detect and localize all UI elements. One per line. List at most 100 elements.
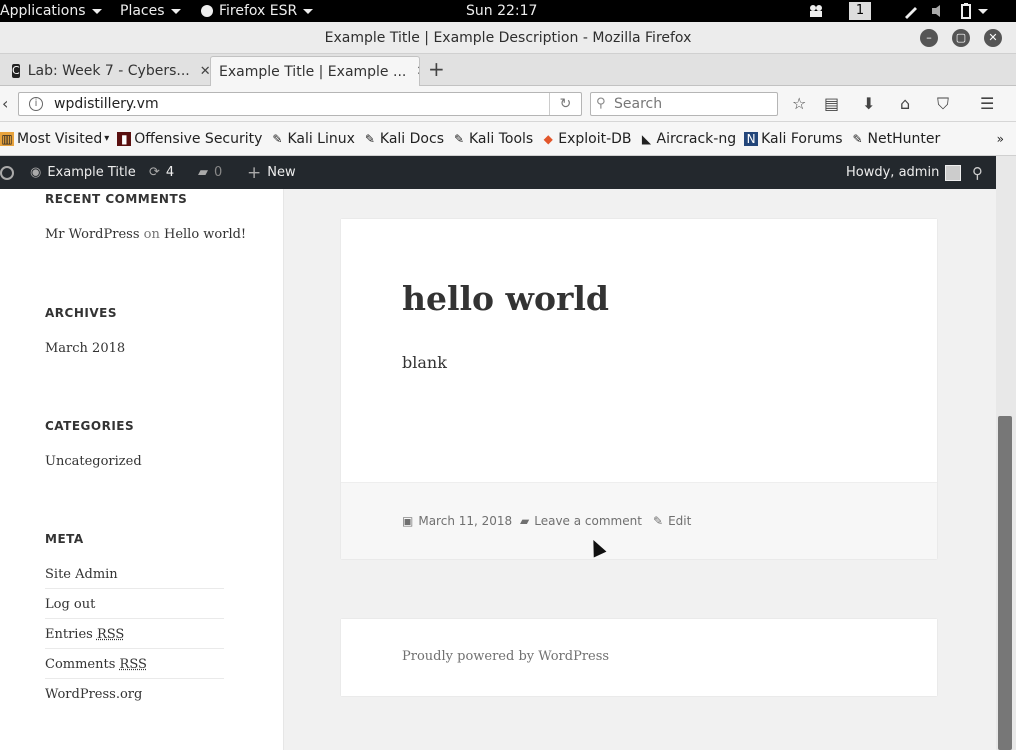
page-scrollbar[interactable] <box>996 156 1016 750</box>
maximize-icon[interactable]: ▢ <box>952 29 970 47</box>
offensive-security-icon: ▮ <box>117 131 132 146</box>
gnome-top-bar: Applications Places Firefox ESR Sun 22:1… <box>0 0 1016 22</box>
bookmark-kali-tools[interactable]: ✎ Kali Tools <box>452 131 533 147</box>
workspace-indicator[interactable]: 1 <box>849 0 871 22</box>
back-icon[interactable]: ‹ <box>2 94 8 114</box>
comment-on-text: on <box>143 227 160 242</box>
minimize-icon[interactable]: – <box>920 29 938 47</box>
home-icon[interactable]: ⌂ <box>900 94 910 114</box>
reload-icon[interactable]: ↻ <box>549 93 581 115</box>
firefox-app-menu[interactable]: Firefox ESR <box>201 0 314 22</box>
bookmark-exploit-db[interactable]: ◆ Exploit-DB <box>541 131 632 147</box>
plus-icon: + <box>247 162 262 183</box>
places-menu[interactable]: Places <box>120 0 181 22</box>
new-tab-plus-icon[interactable]: + <box>428 57 445 81</box>
bookmark-star-icon[interactable]: ☆ <box>792 94 806 114</box>
pen-icon[interactable] <box>903 0 919 22</box>
widget-title-categories: CATEGORIES <box>45 419 135 433</box>
widget-title-archives: ARCHIVES <box>45 306 117 320</box>
archive-link[interactable]: March 2018 <box>45 341 125 356</box>
widget-title-meta: META <box>45 532 84 546</box>
bookmark-most-visited[interactable]: ▥ Most Visited ▾ <box>0 131 109 147</box>
search-bar[interactable]: ⚲ Search <box>590 92 778 116</box>
updates-link[interactable]: ⟳ 4 <box>149 156 174 189</box>
close-icon[interactable]: ✕ <box>984 29 1002 47</box>
post-footer: ▣ March 11, 2018 ▰ Leave a comment ✎ Edi… <box>341 482 937 559</box>
bookmark-aircrack-ng[interactable]: ◣ Aircrack-ng <box>640 130 737 147</box>
tab-example-title[interactable]: Example Title | Example ... ✕ <box>210 56 420 86</box>
bookmark-nethunter[interactable]: ✎ NetHunter <box>851 131 941 147</box>
wp-logo-icon[interactable] <box>0 156 14 189</box>
comments-label: Comments <box>45 657 116 672</box>
edit-post-link[interactable]: ✎ Edit <box>653 514 691 528</box>
bookmarks-overflow-icon[interactable]: » <box>997 132 1004 146</box>
comments-link[interactable]: ▰ 0 <box>198 156 222 189</box>
chevron-down-icon <box>303 8 314 14</box>
my-account-link[interactable]: Howdy, admin <box>846 156 962 189</box>
tab-lab-week7[interactable]: C Lab: Week 7 - Cybers... ✕ <box>4 56 210 86</box>
post-date-link[interactable]: ▣ March 11, 2018 <box>402 514 512 528</box>
url-bar[interactable]: i wpdistillery.vm ↻ <box>18 92 582 116</box>
url-text: wpdistillery.vm <box>54 96 159 112</box>
bookmark-label: Kali Tools <box>469 130 534 147</box>
bookmark-kali-forums[interactable]: N Kali Forums <box>744 131 843 147</box>
firefox-icon <box>201 5 213 17</box>
clock[interactable]: Sun 22:17 <box>466 0 537 22</box>
site-name-link[interactable]: ◉ Example Title <box>30 156 136 189</box>
meta-wordpress-org-link[interactable]: WordPress.org <box>45 687 224 708</box>
menu-hamburger-icon[interactable]: ☰ <box>980 94 994 114</box>
firefox-label: Firefox ESR <box>219 3 298 19</box>
volume-icon[interactable] <box>931 0 947 22</box>
powered-by-link[interactable]: Proudly powered by WordPress <box>402 649 609 664</box>
new-content-link[interactable]: + New <box>247 156 296 189</box>
places-label: Places <box>120 3 165 19</box>
bookmark-offensive-security[interactable]: ▮ Offensive Security <box>117 131 262 147</box>
post-title[interactable]: hello world <box>402 279 609 318</box>
edit-label: Edit <box>668 514 692 528</box>
pocket-icon[interactable]: ⛉ <box>937 94 949 114</box>
updates-icon: ⟳ <box>149 165 160 180</box>
post-content: blank <box>402 353 447 372</box>
applications-label: Applications <box>0 3 86 19</box>
bookmark-kali-docs[interactable]: ✎ Kali Docs <box>363 131 444 147</box>
applications-menu[interactable]: Applications <box>0 0 102 22</box>
bookmarks-bar: ▥ Most Visited ▾ ▮ Offensive Security ✎ … <box>0 122 1016 156</box>
widget-title-recent-comments: RECENT COMMENTS <box>45 192 188 206</box>
meta-entries-rss-link[interactable]: Entries RSS <box>45 627 224 649</box>
window-title-bar[interactable]: Example Title | Example Description - Mo… <box>0 22 1016 54</box>
meta-comments-rss-link[interactable]: Comments RSS <box>45 657 224 679</box>
most-visited-icon: ▥ <box>0 131 14 146</box>
category-link[interactable]: Uncategorized <box>45 454 142 469</box>
site-name: Example Title <box>47 165 136 180</box>
comment-icon: ▰ <box>198 165 208 180</box>
search-icon[interactable]: ⚲ <box>972 156 983 189</box>
battery-icon[interactable] <box>960 0 988 22</box>
bookmark-label: NetHunter <box>867 130 941 147</box>
tab-label: Lab: Week 7 - Cybers... <box>27 63 190 79</box>
comment-author-link[interactable]: Mr WordPress <box>45 227 140 242</box>
workspace-number: 1 <box>849 2 871 20</box>
close-tab-icon[interactable]: ✕ <box>200 64 210 79</box>
meta-site-admin-link[interactable]: Site Admin <box>45 567 224 589</box>
video-icon[interactable] <box>808 0 824 22</box>
leave-comment-link[interactable]: ▰ Leave a comment <box>520 514 642 528</box>
meta-logout-link[interactable]: Log out <box>45 597 224 619</box>
download-icon[interactable]: ⬇ <box>862 94 875 114</box>
howdy-label: Howdy, admin <box>846 165 940 180</box>
bookmark-kali-linux[interactable]: ✎ Kali Linux <box>270 131 355 147</box>
leave-comment-label: Leave a comment <box>534 514 642 528</box>
navigation-bar: ‹ i wpdistillery.vm ↻ ⚲ Search ☆ ▤ ⬇ ⌂ ⛉… <box>0 86 1016 122</box>
kali-dragon-icon: ✎ <box>852 131 863 146</box>
chevron-down-icon: ▾ <box>104 133 110 144</box>
comment-post-link[interactable]: Hello world! <box>164 227 246 242</box>
info-icon[interactable]: i <box>29 97 43 111</box>
scrollbar-thumb[interactable] <box>998 416 1012 750</box>
reading-list-icon[interactable]: ▤ <box>824 94 839 114</box>
bookmark-label: Aircrack-ng <box>656 130 737 147</box>
wp-admin-bar: ◉ Example Title ⟳ 4 ▰ 0 + New Howdy, adm… <box>0 156 996 189</box>
window-title: Example Title | Example Description - Mo… <box>324 30 692 46</box>
tab-label: Example Title | Example ... <box>219 63 407 80</box>
close-tab-icon[interactable]: ✕ <box>416 64 419 79</box>
chevron-down-icon <box>170 8 181 14</box>
search-placeholder: Search <box>614 96 663 112</box>
